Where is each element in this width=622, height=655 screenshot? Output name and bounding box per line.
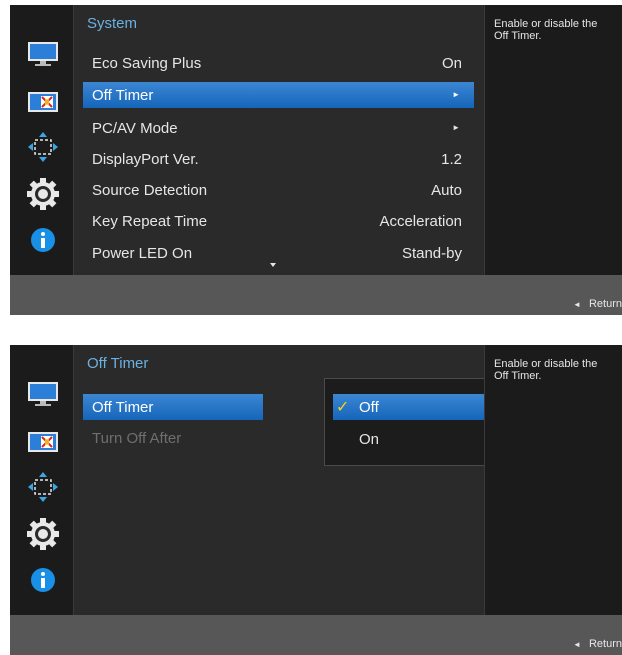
- return-label: Return: [588, 638, 622, 650]
- menu-item-power-led-on[interactable]: Power LED On Stand-by: [83, 240, 474, 266]
- scroll-down-arrow-icon[interactable]: [270, 263, 276, 267]
- osd-off-timer-menu: Off Timer Off Timer Turn Off After ✓ Off…: [10, 345, 622, 655]
- menu-item-off-timer[interactable]: Off Timer ►: [83, 82, 474, 108]
- return-button[interactable]: ◄ Return: [573, 638, 622, 650]
- submenu-arrow-icon: ►: [452, 123, 460, 132]
- osd-system-menu: System Eco Saving Plus On Off Timer ► PC…: [10, 5, 622, 315]
- bottom-guide-bar: ◄ Return: [10, 615, 622, 655]
- menu-item-label: Turn Off After: [92, 430, 182, 447]
- return-arrow-icon: ◄: [573, 300, 581, 309]
- help-text-line: Enable or disable the: [494, 18, 598, 30]
- size-position-icon[interactable]: [26, 470, 60, 504]
- submenu-arrow-icon: ►: [452, 90, 460, 99]
- menu-item-key-repeat-time[interactable]: Key Repeat Time Acceleration: [83, 208, 474, 234]
- picture-icon[interactable]: [26, 377, 60, 411]
- help-text-line: Enable or disable the: [494, 358, 598, 370]
- menu-item-label: Source Detection: [92, 182, 208, 199]
- menu-item-label: Off Timer: [92, 87, 154, 104]
- return-label: Return: [588, 298, 622, 310]
- option-label: Off: [359, 399, 379, 416]
- help-text-panel: Enable or disable the Off Timer.: [484, 5, 622, 275]
- option-label: On: [359, 431, 380, 448]
- menu-icon-sidebar: [10, 345, 74, 615]
- off-timer-menu-panel: Off Timer Off Timer Turn Off After ✓ Off…: [74, 345, 539, 615]
- help-text-panel: Enable or disable the Off Timer.: [484, 345, 622, 615]
- menu-item-value: Stand-by: [401, 245, 462, 262]
- menu-title: System: [87, 15, 138, 32]
- menu-item-value: Auto: [431, 182, 462, 199]
- size-position-icon[interactable]: [26, 130, 60, 164]
- menu-title: Off Timer: [87, 355, 149, 372]
- picture-icon[interactable]: [26, 37, 60, 71]
- menu-item-label: Key Repeat Time: [92, 213, 208, 230]
- menu-item-source-detection[interactable]: Source Detection Auto: [83, 177, 474, 203]
- menu-item-pc-av-mode[interactable]: PC/AV Mode ►: [83, 115, 474, 141]
- menu-item-value: On: [441, 55, 462, 72]
- color-icon[interactable]: [26, 85, 60, 119]
- return-arrow-icon: ◄: [573, 640, 581, 649]
- system-gear-icon[interactable]: [26, 177, 60, 211]
- menu-item-displayport-ver[interactable]: DisplayPort Ver. 1.2: [83, 146, 474, 172]
- menu-item-eco-saving-plus[interactable]: Eco Saving Plus On: [83, 50, 474, 76]
- color-icon[interactable]: [26, 425, 60, 459]
- menu-item-label: DisplayPort Ver.: [92, 151, 199, 168]
- help-text-line: Off Timer.: [494, 30, 542, 42]
- menu-item-turn-off-after: Turn Off After: [83, 425, 263, 451]
- menu-item-label: Power LED On: [92, 245, 193, 262]
- system-gear-icon[interactable]: [26, 517, 60, 551]
- menu-item-label: Off Timer: [92, 399, 154, 416]
- information-icon[interactable]: [26, 563, 60, 597]
- menu-icon-sidebar: [10, 5, 74, 275]
- checkmark-icon: ✓: [336, 399, 350, 416]
- help-text-line: Off Timer.: [494, 370, 542, 382]
- menu-item-label: PC/AV Mode: [92, 120, 178, 137]
- menu-item-value: Acceleration: [379, 213, 462, 230]
- information-icon[interactable]: [26, 223, 60, 257]
- return-button[interactable]: ◄ Return: [573, 298, 622, 310]
- menu-item-off-timer[interactable]: Off Timer: [83, 394, 263, 420]
- menu-item-value: 1.2: [441, 151, 462, 168]
- system-menu-panel: System Eco Saving Plus On Off Timer ► PC…: [74, 5, 484, 275]
- bottom-guide-bar: ◄ Return: [10, 275, 622, 315]
- menu-item-label: Eco Saving Plus: [92, 55, 202, 72]
